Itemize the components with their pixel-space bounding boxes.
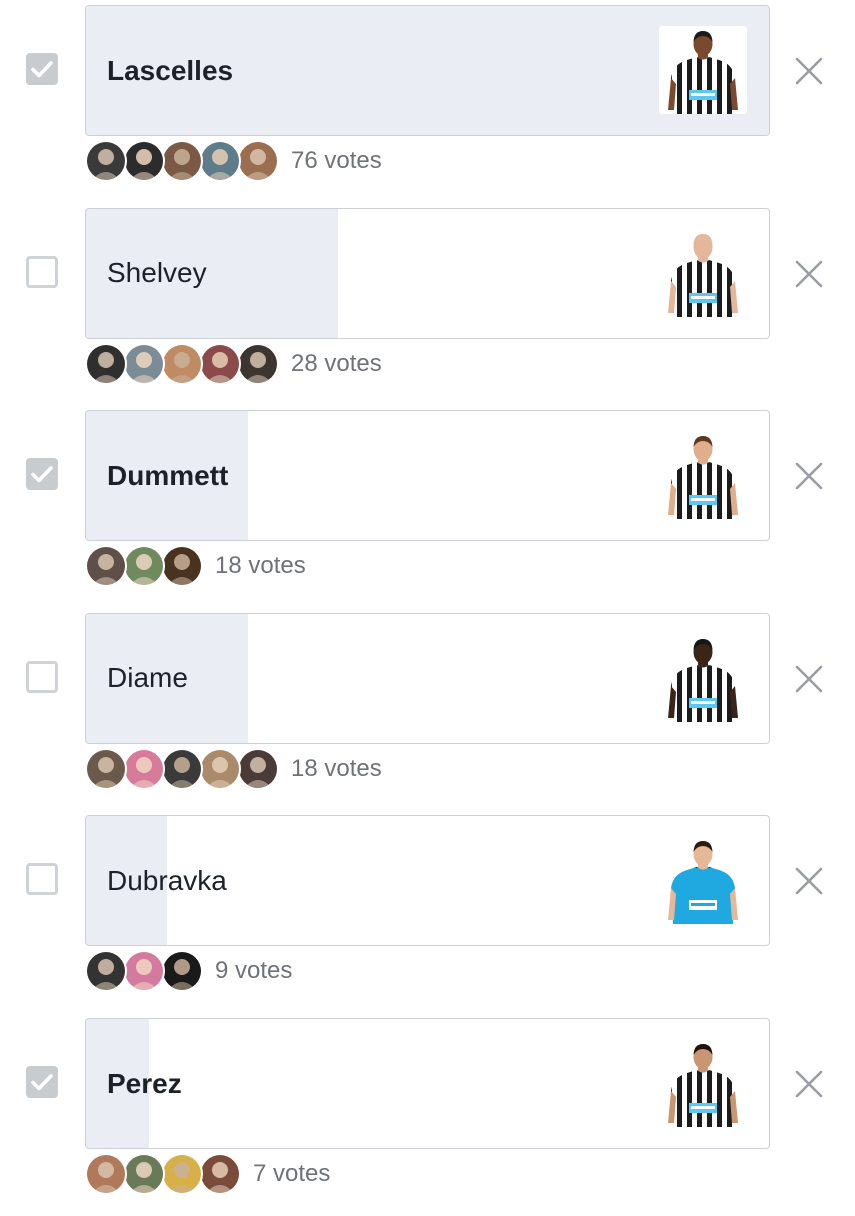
vote-count[interactable]: 18 votes	[291, 755, 382, 783]
option-label: Perez	[107, 1067, 182, 1099]
poll-option-button[interactable]: Lascelles	[85, 5, 770, 136]
poll-option-button[interactable]: Shelvey	[85, 207, 770, 339]
vote-count[interactable]: 76 votes	[291, 147, 382, 175]
poll-option-button[interactable]: Perez	[85, 1018, 770, 1149]
voter-avatar[interactable]	[123, 140, 165, 182]
voter-avatar[interactable]	[85, 140, 127, 182]
remove-option-button[interactable]	[794, 664, 824, 694]
option-label: Dummett	[107, 459, 229, 491]
voter-avatar[interactable]	[161, 1153, 203, 1195]
player-photo	[659, 228, 747, 317]
player-photo	[659, 633, 747, 722]
close-icon	[794, 461, 824, 491]
voter-avatar[interactable]	[237, 140, 279, 182]
voter-avatar[interactable]	[85, 950, 127, 993]
player-photo	[659, 26, 747, 114]
vote-checkbox[interactable]	[26, 660, 58, 693]
voter-avatar[interactable]	[123, 747, 165, 790]
voter-avatar[interactable]	[85, 1153, 127, 1195]
poll-option-row: Diame 18 votes	[0, 608, 855, 811]
voter-avatar[interactable]	[123, 342, 165, 385]
poll-option-button[interactable]: Diame	[85, 612, 770, 744]
voter-avatar[interactable]	[199, 747, 241, 790]
player-photo	[659, 1039, 747, 1127]
voter-avatar[interactable]	[161, 342, 203, 385]
voter-avatar[interactable]	[123, 950, 165, 993]
poll-option-row: Lascelles 76 votes	[0, 0, 855, 203]
option-label: Dubravka	[107, 864, 227, 896]
voter-avatar[interactable]	[161, 140, 203, 182]
voter-avatar[interactable]	[123, 1153, 165, 1195]
voter-avatar[interactable]	[237, 747, 279, 790]
vote-count[interactable]: 18 votes	[215, 552, 306, 580]
vote-checkbox[interactable]	[26, 1066, 58, 1098]
poll-option-button[interactable]: Dubravka	[85, 815, 770, 947]
voter-avatar[interactable]	[161, 545, 203, 588]
poll: Lascelles 76 votes Shelvey 28 votes Dummett 1…	[0, 0, 855, 1200]
close-icon	[794, 866, 824, 896]
vote-count[interactable]: 9 votes	[215, 957, 292, 985]
voters-row[interactable]: 9 votes	[85, 950, 292, 993]
remove-option-button[interactable]	[794, 866, 824, 896]
voter-avatar[interactable]	[161, 950, 203, 993]
voter-avatar[interactable]	[85, 342, 127, 385]
voters-row[interactable]: 18 votes	[85, 747, 382, 790]
vote-checkbox[interactable]	[26, 255, 58, 288]
poll-option-row: Shelvey 28 votes	[0, 203, 855, 406]
voter-avatar[interactable]	[123, 545, 165, 588]
vote-checkbox[interactable]	[26, 458, 58, 491]
player-photo	[659, 836, 747, 925]
close-icon	[794, 259, 824, 289]
voters-row[interactable]: 28 votes	[85, 342, 382, 385]
option-label: Diame	[107, 662, 188, 694]
voter-avatar[interactable]	[237, 342, 279, 385]
voters-row[interactable]: 76 votes	[85, 140, 382, 182]
remove-option-button[interactable]	[794, 259, 824, 289]
voters-row[interactable]: 18 votes	[85, 545, 306, 588]
close-icon	[794, 664, 824, 694]
option-label: Shelvey	[107, 257, 207, 289]
poll-option-row: Dubravka 9 votes	[0, 810, 855, 1013]
voter-avatar[interactable]	[199, 1153, 241, 1195]
poll-option-row: Perez 7 votes	[0, 1013, 855, 1216]
poll-option-button[interactable]: Dummett	[85, 410, 770, 542]
voter-avatar[interactable]	[161, 747, 203, 790]
poll-option-row: Dummett 18 votes	[0, 405, 855, 608]
remove-option-button[interactable]	[794, 461, 824, 491]
voter-avatar[interactable]	[85, 747, 127, 790]
remove-option-button[interactable]	[794, 1069, 824, 1099]
close-icon	[794, 1069, 824, 1099]
vote-checkbox[interactable]	[26, 863, 58, 896]
voters-row[interactable]: 7 votes	[85, 1153, 330, 1195]
vote-count[interactable]: 28 votes	[291, 350, 382, 378]
voter-avatar[interactable]	[199, 140, 241, 182]
remove-option-button[interactable]	[794, 56, 824, 86]
voter-avatar[interactable]	[85, 545, 127, 588]
vote-checkbox[interactable]	[26, 53, 58, 85]
option-label: Lascelles	[107, 54, 234, 86]
voter-avatar[interactable]	[199, 342, 241, 385]
close-icon	[794, 56, 824, 86]
player-photo	[659, 431, 747, 520]
vote-count[interactable]: 7 votes	[253, 1160, 330, 1188]
